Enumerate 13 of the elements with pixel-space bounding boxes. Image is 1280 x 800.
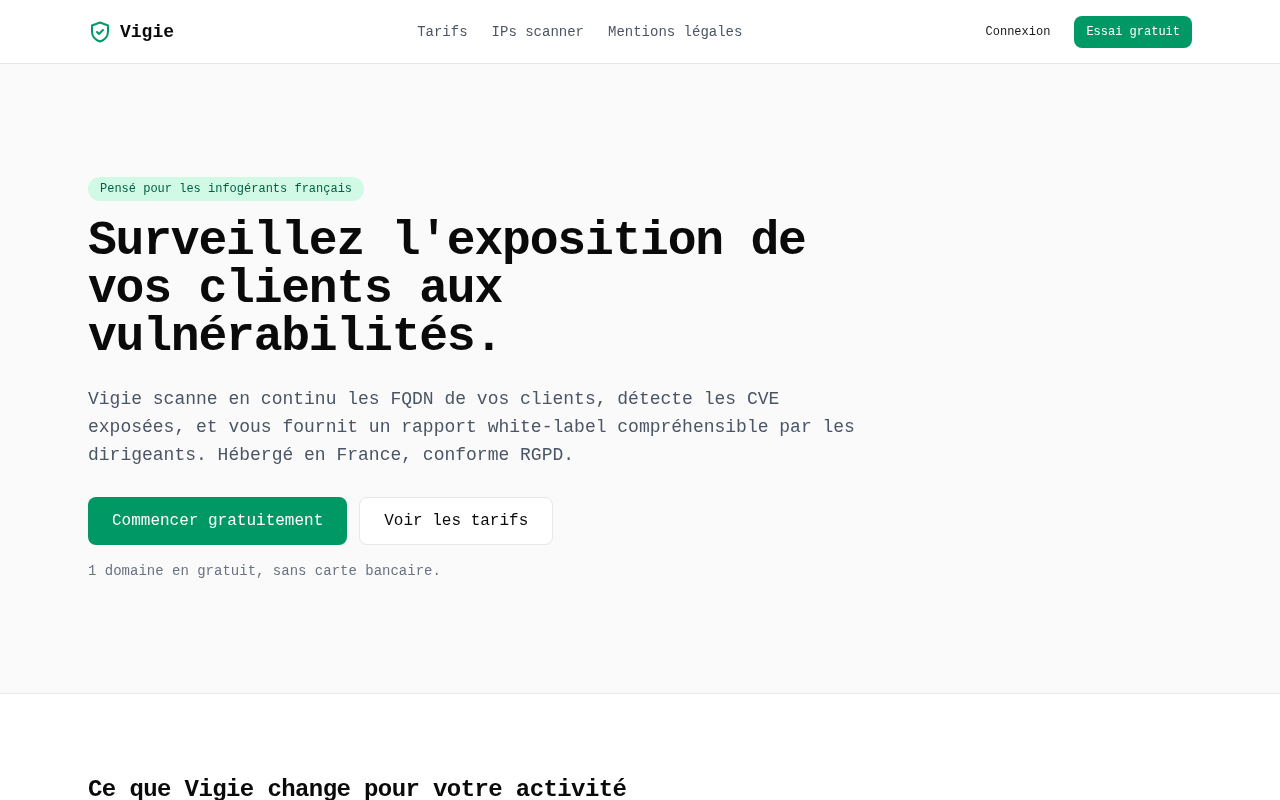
hero-description: Vigie scanne en continu les FQDN de vos clients, détecte les CVE exposées, et vous fournit un rapport white-label compréhensible par les dirigeants. Hébergé en France, conforme RGPD. [88,388,856,467]
tagline-badge: Pensé pour les infogérants français [88,177,365,201]
trial-button[interactable]: Essai gratuit [1074,15,1192,48]
signup-note: 1 domaine en gratuit, sans carte bancaire. [88,562,442,581]
nav-link[interactable]: Mentions légales [608,21,743,42]
start-free-button[interactable]: Commencer gratuitement [88,497,348,545]
shield-check-icon [88,19,112,44]
hero-title: Surveillez l'exposition de vos clients aux vulnérabilités. [88,217,807,361]
nav-link[interactable]: Tarifs [417,21,468,42]
nav-link[interactable]: IPs scanner [491,21,584,42]
login-link[interactable]: Connexion [985,23,1051,40]
logo-link[interactable]: Vigie [88,17,174,46]
pricing-button[interactable]: Voir les tarifs [359,497,554,545]
